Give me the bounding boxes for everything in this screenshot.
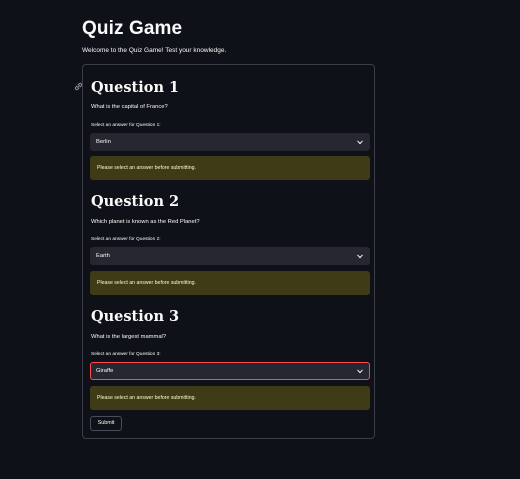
question-1-title: Question 1 [91,79,180,96]
question-1-selected-value: Berlin [96,139,111,145]
question-3-warning: Please select an answer before submittin… [90,386,370,410]
question-1-warning: Please select an answer before submittin… [90,156,370,180]
question-2-warning: Please select an answer before submittin… [90,271,370,295]
submit-button[interactable]: Submit [90,416,122,431]
question-3-selected-value: Giraffe [96,368,114,374]
question-2-select[interactable]: Earth [90,247,370,265]
question-2-text: Which planet is known as the Red Planet? [91,219,200,225]
question-2-title: Question 2 [91,193,180,210]
question-1-select[interactable]: Berlin [90,133,370,151]
question-3-text: What is the largest mammal? [91,334,167,340]
quiz-page: Quiz Game Welcome to the Quiz Game! Test… [0,0,520,479]
question-1-label: Select an answer for Question 1: [91,123,161,128]
page-title: Quiz Game [82,18,183,39]
question-2-selected-value: Earth [96,253,110,259]
page-subtitle: Welcome to the Quiz Game! Test your know… [82,47,227,54]
question-3-title: Question 3 [91,308,180,325]
chevron-down-icon [357,369,363,374]
question-1-warning-text: Please select an answer before submittin… [97,165,196,171]
chevron-down-icon [357,254,363,259]
question-1-text: What is the capital of France? [91,104,168,110]
question-2-warning-text: Please select an answer before submittin… [97,280,196,286]
question-2-label: Select an answer for Question 2: [91,237,161,242]
question-3-label: Select an answer for Question 3: [91,352,161,357]
question-3-select[interactable]: Giraffe [90,362,370,380]
question-3-warning-text: Please select an answer before submittin… [97,395,196,401]
quiz-form: Question 1 What is the capital of France… [82,64,375,439]
chevron-down-icon [357,140,363,145]
